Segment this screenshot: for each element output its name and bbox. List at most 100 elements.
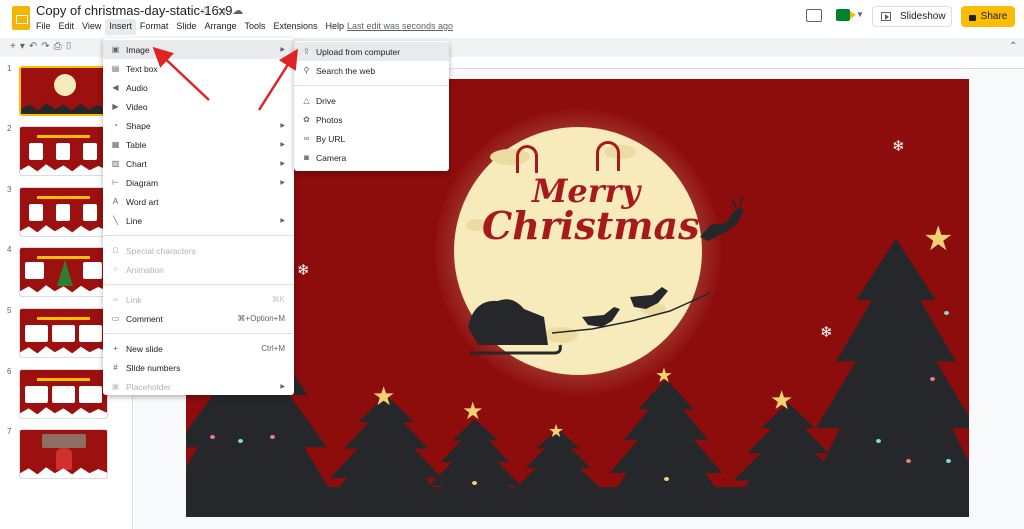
menu-item-label: Chart xyxy=(126,158,147,169)
menu-item-slide-numbers[interactable]: # Slide numbers xyxy=(103,358,294,377)
light-bulb xyxy=(238,439,243,443)
menu-item-label: New slide xyxy=(126,343,163,354)
menu-divider xyxy=(294,85,449,86)
menu-item-label: Video xyxy=(126,101,148,112)
drive-icon: △ xyxy=(303,96,310,105)
omega-icon: Ω xyxy=(112,246,119,255)
light-bulb xyxy=(944,311,949,315)
slide-number: 3 xyxy=(7,185,12,194)
slide-thumbnail[interactable] xyxy=(19,247,108,297)
search-icon: ⚲ xyxy=(303,66,310,75)
menu-view[interactable]: View xyxy=(78,19,105,35)
meet-button[interactable]: ▼ xyxy=(834,6,864,26)
menu-item-image[interactable]: ▣ Image ▶ xyxy=(103,40,294,59)
last-edit-link[interactable]: Last edit was seconds ago xyxy=(347,21,453,31)
slide-thumbnail[interactable] xyxy=(19,429,108,479)
shape-icon: ◔ xyxy=(113,121,118,130)
menu-item-placeholder[interactable]: ▣ Placeholder ▶ xyxy=(103,377,294,396)
print-icon[interactable]: ⎙ xyxy=(54,41,66,52)
menu-item-camera[interactable]: ◙ Camera xyxy=(294,148,449,167)
content-box xyxy=(52,386,75,403)
content-box xyxy=(55,143,71,160)
menu-item-search-the-web[interactable]: ⚲ Search the web xyxy=(294,61,449,80)
menu-item-by-url[interactable]: ∞ By URL xyxy=(294,129,449,148)
comment-history-icon[interactable] xyxy=(806,9,822,22)
menu-item-text-box[interactable]: ▤ Text box xyxy=(103,59,294,78)
slide-thumbnail[interactable] xyxy=(19,126,108,176)
menu-item-label: Line xyxy=(126,215,143,226)
menu-file[interactable]: File xyxy=(32,19,55,35)
menu-item-chart[interactable]: ▥ Chart ▶ xyxy=(103,154,294,173)
content-box xyxy=(28,204,44,221)
new-slide-icon[interactable]: + xyxy=(10,41,20,52)
cloud-status-icon[interactable]: ☁ xyxy=(232,5,249,17)
star-icon[interactable]: ☆ xyxy=(200,5,216,17)
menu-help[interactable]: Help xyxy=(322,19,349,35)
slideshow-label: Slideshow xyxy=(900,11,946,22)
content-box xyxy=(79,386,102,403)
slideshow-icon xyxy=(881,12,891,21)
snowflake-icon: ❄ xyxy=(820,324,833,341)
menu-item-line[interactable]: ╲ Line ▶ xyxy=(103,211,294,230)
menu-item-upload-from-computer[interactable]: ⇪ Upload from computer xyxy=(294,42,449,61)
slideshow-button[interactable]: Slideshow xyxy=(872,6,952,27)
menu-format[interactable]: Format xyxy=(136,19,173,35)
link-icon: ∞ xyxy=(303,134,310,143)
camera-icon: ◙ xyxy=(304,153,309,162)
redo-icon[interactable]: ↷ xyxy=(41,41,53,52)
moon-thumbnail xyxy=(54,74,76,96)
chevron-down-icon: ▼ xyxy=(856,10,864,19)
menu-item-comment[interactable]: ▭ Comment ⌘+Option+M xyxy=(103,309,294,328)
content-box xyxy=(25,325,48,342)
diagram-icon: ⊢ xyxy=(112,178,119,187)
menu-item-label: Search the web xyxy=(316,65,376,76)
video-icon: ▶ xyxy=(112,102,119,111)
hash-icon: # xyxy=(113,363,118,372)
menu-tools[interactable]: Tools xyxy=(240,19,269,35)
slide-thumbnail[interactable] xyxy=(19,308,108,358)
menu-insert[interactable]: Insert xyxy=(105,19,136,35)
menu-item-shape[interactable]: ◔ Shape ▶ xyxy=(103,116,294,135)
menu-item-label: Comment xyxy=(126,313,163,324)
menu-arrange[interactable]: Arrange xyxy=(200,19,240,35)
menu-item-word-art[interactable]: A Word art xyxy=(103,192,294,211)
menu-item-diagram[interactable]: ⊢ Diagram ▶ xyxy=(103,173,294,192)
menu-item-label: Shape xyxy=(126,120,151,131)
menu-item-drive[interactable]: △ Drive xyxy=(294,91,449,110)
menu-extensions[interactable]: Extensions xyxy=(269,19,321,35)
light-bulb xyxy=(664,477,669,481)
collapse-toolbar-icon[interactable]: ⌃ xyxy=(1009,41,1017,52)
menu-edit[interactable]: Edit xyxy=(55,19,79,35)
menu-item-new-slide[interactable]: + New slide Ctrl+M xyxy=(103,339,294,358)
menu-item-video[interactable]: ▶ Video xyxy=(103,97,294,116)
menu-item-audio[interactable]: ◀ Audio xyxy=(103,78,294,97)
menu-item-table[interactable]: ▦ Table ▶ xyxy=(103,135,294,154)
menu-item-link[interactable]: ∞ Link ⌘K xyxy=(103,290,294,309)
paint-format-icon[interactable]: ⌷ xyxy=(66,41,76,52)
title-actions: ☆▭☁ xyxy=(200,4,249,17)
reindeer-silhouette xyxy=(700,197,744,241)
menu-item-label: Table xyxy=(126,139,147,150)
submenu-arrow-icon: ▶ xyxy=(280,123,285,129)
share-button[interactable]: Share xyxy=(961,6,1015,27)
slide-number: 6 xyxy=(7,367,12,376)
menu-item-label: Photos xyxy=(316,114,343,125)
image-submenu: ⇪ Upload from computer ⚲ Search the web … xyxy=(294,41,449,171)
menu-item-label: Word art xyxy=(126,196,159,207)
chevron-down-icon[interactable]: ▾ xyxy=(20,41,29,52)
move-folder-icon[interactable]: ▭ xyxy=(216,5,232,17)
menu-item-special-characters[interactable]: Ω Special characters xyxy=(103,241,294,260)
menu-item-animation[interactable]: ✧ Animation xyxy=(103,260,294,279)
undo-icon[interactable]: ↶ xyxy=(29,41,41,52)
menu-slide[interactable]: Slide xyxy=(172,19,200,35)
upload-icon: ⇪ xyxy=(303,47,310,56)
content-box xyxy=(55,204,71,221)
snowflake-icon: ❄ xyxy=(892,138,905,155)
slide-thumbnail[interactable] xyxy=(19,369,108,419)
slide-thumbnail[interactable] xyxy=(19,187,108,237)
slides-logo-icon[interactable] xyxy=(12,6,30,30)
slide-thumbnail[interactable] xyxy=(19,66,108,116)
menu-item-photos[interactable]: ✿ Photos xyxy=(294,110,449,129)
submenu-arrow-icon: ▶ xyxy=(280,384,285,390)
menu-item-label: Link xyxy=(126,294,142,305)
